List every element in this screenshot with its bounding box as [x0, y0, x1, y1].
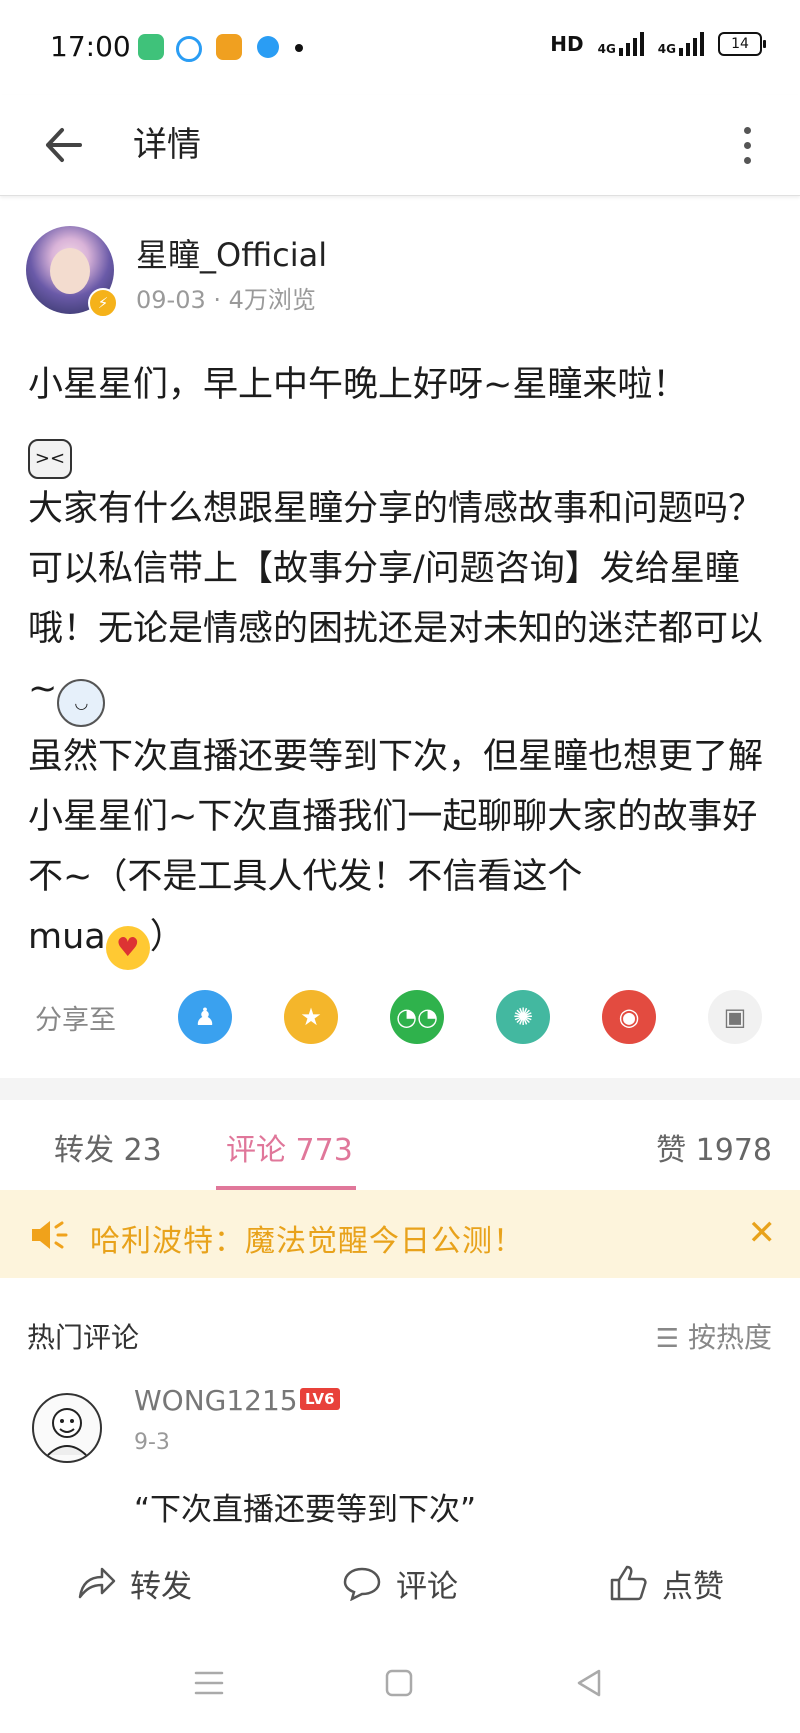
- commenter-avatar[interactable]: [32, 1393, 102, 1463]
- wechat-icon[interactable]: ◔◔: [390, 990, 444, 1044]
- post-paragraph-2: 大家有什么想跟星瞳分享的情感故事和问题吗？可以私信带上【故事分享/问题咨询】发给…: [28, 479, 768, 727]
- sort-label: 按热度: [687, 1321, 772, 1354]
- speaker-icon: [32, 1221, 68, 1249]
- thumbs-up-icon: [610, 1565, 647, 1601]
- signal-4g-1-label: 4G: [597, 42, 616, 56]
- repost-button[interactable]: 转发: [76, 1558, 192, 1608]
- post-paragraph-1: 小星星们，早上中午晚上好呀~星瞳来啦！ ><: [28, 355, 768, 479]
- hot-comments-title: 热门评论: [27, 1321, 140, 1354]
- signal-4g-1-icon: 4G: [598, 32, 644, 56]
- moments-icon[interactable]: ✺: [496, 990, 550, 1044]
- banner-text[interactable]: 哈利波特：魔法觉醒今日公测！: [90, 1216, 524, 1260]
- weibo-app-icon: [216, 34, 242, 60]
- commenter-name[interactable]: WONG1215: [134, 1384, 298, 1417]
- share-label: 分享至: [35, 1005, 116, 1036]
- share-arrow-icon: [78, 1567, 116, 1599]
- avatar-face: [50, 248, 90, 294]
- weibo-icon[interactable]: ◉: [602, 990, 656, 1044]
- hd-label: HD: [550, 32, 584, 56]
- section-divider: [0, 1078, 800, 1100]
- author-name[interactable]: 星瞳_Official: [136, 230, 327, 276]
- cloud-emoji-icon: ◡: [57, 679, 106, 727]
- status-bar: 17:00 HD 4G 4G 14: [0, 0, 800, 95]
- app-bar: 详情: [0, 95, 800, 196]
- signal-bars-2: [679, 32, 704, 56]
- menu-lines-icon: ☰: [655, 1324, 680, 1354]
- arrow-left-icon: [46, 128, 82, 162]
- signal-bars-1: [618, 32, 644, 56]
- status-time: 17:00: [50, 30, 131, 63]
- comment-text[interactable]: “下次直播还要等到下次”: [134, 1484, 476, 1529]
- kiss-emoji-icon: ♥: [105, 926, 150, 970]
- status-right: HD 4G 4G 14: [550, 32, 766, 56]
- dot-icon: [743, 141, 751, 149]
- cartoon-avatar-icon: [47, 1408, 87, 1456]
- battery-icon: 14: [718, 32, 766, 56]
- battery-saver-icon: [138, 34, 164, 60]
- comment-label: 评论: [396, 1568, 458, 1605]
- comment-button[interactable]: 评论: [342, 1558, 458, 1608]
- sort-button[interactable]: ☰ 按热度: [656, 1316, 772, 1356]
- qq-icon[interactable]: ♟: [178, 990, 232, 1044]
- tab-comments[interactable]: 评论 773: [226, 1125, 353, 1169]
- qzone-icon[interactable]: ★: [284, 990, 338, 1044]
- back-button[interactable]: [38, 117, 94, 173]
- home-nav-icon[interactable]: [384, 1668, 414, 1698]
- post-meta: 09-03 · 4万浏览: [136, 286, 316, 314]
- close-icon[interactable]: ✕: [748, 1216, 777, 1250]
- tab-likes[interactable]: 赞 1978: [656, 1125, 772, 1169]
- gallery-icon[interactable]: ▣: [708, 990, 762, 1044]
- menu-nav-icon[interactable]: [192, 1668, 226, 1698]
- page-title: 详情: [133, 125, 201, 165]
- verified-badge-icon: ⚡: [88, 288, 118, 318]
- post-content: 小星星们，早上中午晚上好呀~星瞳来啦！ >< 大家有什么想跟星瞳分享的情感故事和…: [28, 355, 768, 970]
- tab-repost[interactable]: 转发 23: [54, 1125, 162, 1169]
- signal-4g-2-icon: 4G: [658, 32, 704, 56]
- signal-4g-2-label: 4G: [657, 42, 676, 56]
- post-paragraph-3: 虽然下次直播还要等到下次，但星瞳也想更了解小星星们~下次直播我们一起聊聊大家的故…: [28, 727, 768, 970]
- repost-label: 转发: [130, 1568, 192, 1605]
- app-circle-icon: [257, 36, 279, 58]
- dot-icon: [743, 156, 751, 164]
- dot-icon: [743, 126, 751, 134]
- level-badge: LV6: [300, 1388, 340, 1410]
- more-options-button[interactable]: [732, 115, 762, 175]
- back-nav-icon[interactable]: [574, 1668, 604, 1698]
- comment-bubble-icon: [343, 1567, 381, 1601]
- like-label: 点赞: [662, 1568, 724, 1605]
- comment-date: 9-3: [134, 1430, 170, 1455]
- browser-icon: [176, 36, 202, 62]
- tv-emoji-icon: ><: [28, 439, 72, 479]
- like-button[interactable]: 点赞: [608, 1558, 724, 1608]
- more-notifications-dot-icon: [295, 44, 303, 52]
